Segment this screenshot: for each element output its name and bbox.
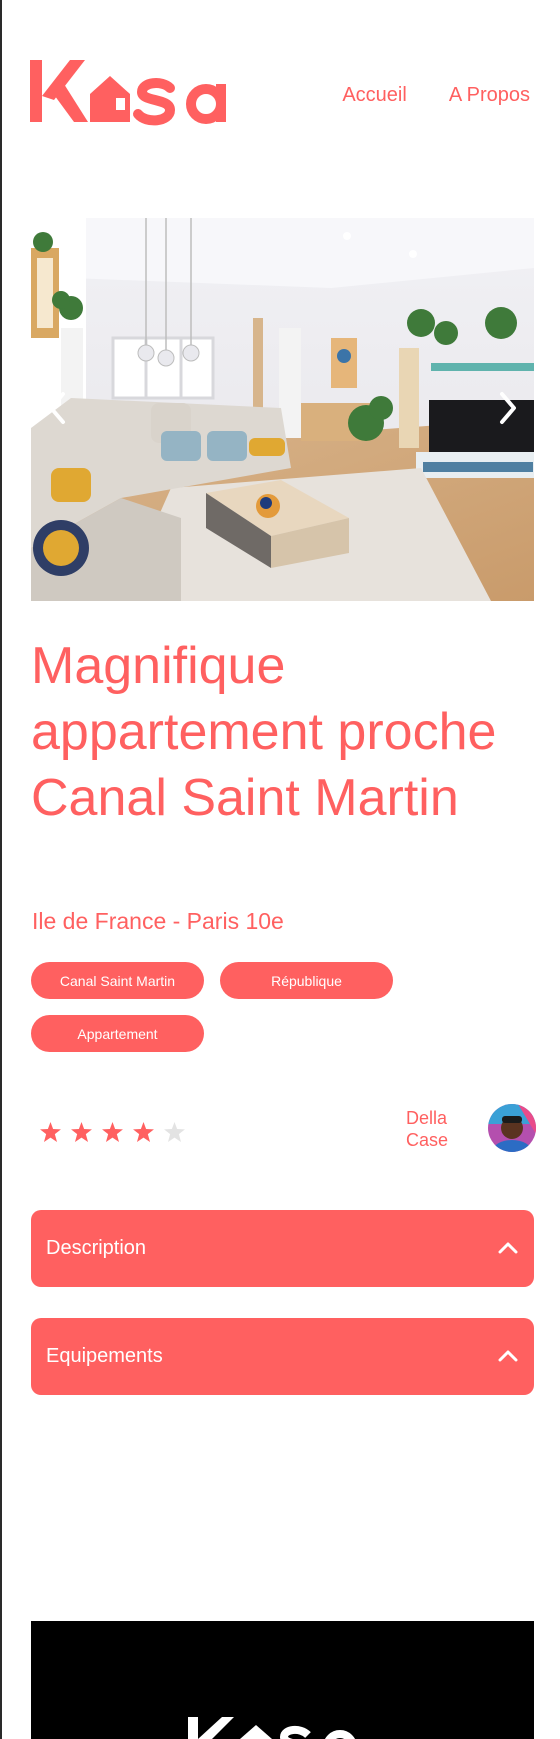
site-footer <box>31 1621 534 1739</box>
tag-list: Canal Saint Martin République Appartemen… <box>31 962 451 1052</box>
star-empty-icon <box>164 1122 185 1142</box>
description-collapse[interactable]: Description <box>31 1210 534 1287</box>
site-header: Accueil A Propos <box>30 54 530 134</box>
nav-link-about[interactable]: A Propos <box>449 84 530 107</box>
description-collapse-label: Description <box>46 1237 147 1259</box>
chevron-left-icon <box>49 392 65 424</box>
tag: Appartement <box>31 1015 204 1052</box>
star-icon <box>133 1122 154 1142</box>
listing-location: Ile de France - Paris 10e <box>32 908 284 934</box>
star-icon <box>102 1122 123 1142</box>
host-name: Della Case <box>406 1108 449 1150</box>
chevron-up-icon <box>498 1242 518 1254</box>
host-avatar <box>488 1104 536 1152</box>
tag: Canal Saint Martin <box>31 962 204 999</box>
carousel-next-button[interactable] <box>486 386 530 430</box>
kasa-logo[interactable] <box>30 54 250 134</box>
kasa-footer-logo <box>188 1717 355 1739</box>
tag: République <box>220 962 393 999</box>
photo-carousel <box>31 218 534 601</box>
equipments-collapse[interactable]: Equipements <box>31 1318 534 1395</box>
page-left-edge <box>0 0 2 1739</box>
listing-photo <box>31 218 534 601</box>
star-rating <box>40 1122 185 1142</box>
star-icon <box>71 1122 92 1142</box>
star-icon <box>40 1122 61 1142</box>
chevron-up-icon <box>498 1350 518 1362</box>
nav-link-home[interactable]: Accueil <box>342 84 406 107</box>
listing-title: Magnifique appartement proche Canal Sain… <box>31 637 497 827</box>
chevron-right-icon <box>500 392 516 424</box>
main-nav: Accueil A Propos <box>342 84 530 107</box>
carousel-prev-button[interactable] <box>35 386 79 430</box>
equipments-collapse-label: Equipements <box>46 1345 163 1367</box>
